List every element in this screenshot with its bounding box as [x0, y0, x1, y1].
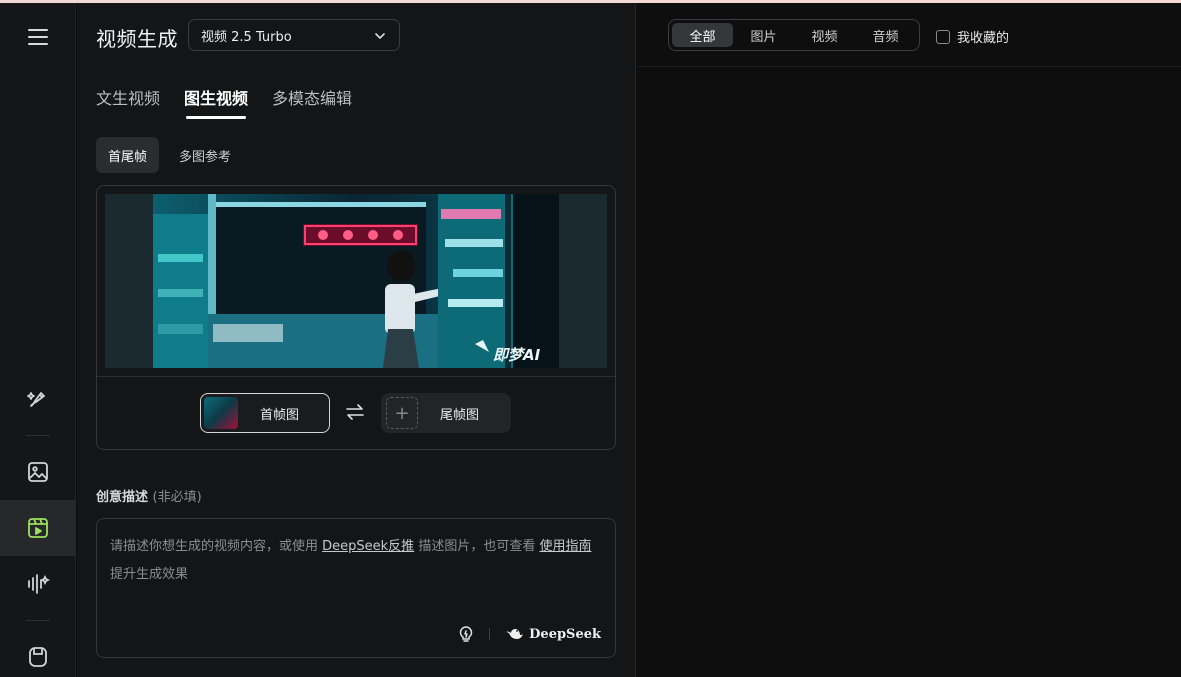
chevron-down-icon [375, 33, 385, 39]
left-nav-rail [0, 3, 76, 677]
description-optional: (非必填) [152, 490, 202, 505]
description-title: 创意描述 [96, 490, 149, 505]
audio-wave-icon [28, 574, 50, 594]
description-label: 创意描述 (非必填) [96, 486, 202, 505]
generation-panel: 视频生成 视频 2.5 Turbo 文生视频 图生视频 多模态编辑 首尾帧 多图… [77, 3, 636, 677]
results-area: 全部 图片 视频 音频 我收藏的 [637, 3, 1181, 677]
page-title: 视频生成 [96, 27, 178, 51]
nav-video[interactable] [0, 500, 76, 556]
placeholder-part-3: 提升生成效果 [110, 567, 189, 582]
placeholder-part-1: 请描述你想生成的视频内容，或使用 [110, 539, 323, 554]
prompt-tools: DeepSeek [457, 625, 601, 643]
subtab-multi-image-ref[interactable]: 多图参考 [167, 137, 243, 173]
favorites-label: 我收藏的 [957, 31, 1010, 46]
avatar-icon [29, 647, 47, 667]
favorites-checkbox[interactable] [936, 29, 950, 44]
first-frame-thumbnail [204, 397, 238, 429]
frame-preview: 即梦AI [105, 194, 607, 368]
prompt-placeholder: 请描述你想生成的视频内容，或使用 DeepSeek反推 描述图片，也可查看 使用… [110, 533, 606, 589]
nav-avatar[interactable] [0, 629, 76, 677]
rail-separator [26, 620, 50, 621]
deepseek-reverse-link[interactable]: DeepSeek反推 [322, 539, 414, 554]
image-icon [28, 462, 48, 482]
deepseek-brand-text: DeepSeek [529, 626, 601, 642]
tab-text-to-video[interactable]: 文生视频 [96, 85, 160, 119]
menu-button[interactable] [0, 9, 76, 65]
nav-image[interactable] [0, 444, 76, 500]
frame-upload-area[interactable]: 即梦AI 首帧图 + 尾帧图 [96, 185, 616, 450]
model-select[interactable]: 视频 2.5 Turbo [188, 19, 400, 51]
nav-audio[interactable] [0, 556, 76, 612]
tools-divider [489, 628, 491, 640]
deepseek-whale-icon [506, 629, 524, 639]
tab-multimodal-edit[interactable]: 多模态编辑 [272, 85, 352, 119]
magic-brush-icon [27, 392, 45, 407]
usage-guide-link[interactable]: 使用指南 [539, 539, 591, 554]
type-filter-group: 全部 图片 视频 音频 [668, 19, 920, 51]
filter-image[interactable]: 图片 [733, 23, 794, 47]
deepseek-button[interactable]: DeepSeek [504, 626, 601, 642]
mode-tabs: 文生视频 图生视频 多模态编辑 [96, 85, 376, 119]
last-frame-label: 尾帧图 [440, 407, 480, 423]
lightbulb-icon[interactable] [457, 625, 475, 643]
video-icon [28, 518, 48, 538]
model-select-value: 视频 2.5 Turbo [201, 29, 292, 45]
watermark-text: 即梦AI [493, 346, 541, 364]
prompt-textarea[interactable]: 请描述你想生成的视频内容，或使用 DeepSeek反推 描述图片，也可查看 使用… [96, 518, 616, 658]
placeholder-part-2: 描述图片，也可查看 [414, 539, 540, 554]
first-frame-button[interactable]: 首帧图 [200, 393, 330, 433]
filter-video[interactable]: 视频 [794, 23, 855, 47]
filter-audio[interactable]: 音频 [855, 23, 916, 47]
subtab-first-last-frame[interactable]: 首尾帧 [96, 137, 160, 173]
preview-image: 即梦AI [153, 194, 559, 368]
rail-separator [26, 435, 50, 436]
swap-frames-icon[interactable] [345, 403, 365, 421]
filter-all[interactable]: 全部 [672, 23, 733, 47]
plus-icon: + [386, 397, 418, 429]
tab-image-to-video[interactable]: 图生视频 [184, 85, 248, 119]
results-header: 全部 图片 视频 音频 我收藏的 [637, 3, 1181, 67]
menu-icon [28, 29, 48, 45]
upload-divider [97, 376, 615, 377]
favorites-toggle[interactable]: 我收藏的 [936, 27, 1009, 46]
nav-ai-create[interactable] [0, 371, 76, 427]
sub-tabs: 首尾帧 多图参考 [96, 137, 251, 173]
last-frame-button[interactable]: + 尾帧图 [381, 393, 511, 433]
first-frame-label: 首帧图 [260, 407, 300, 423]
